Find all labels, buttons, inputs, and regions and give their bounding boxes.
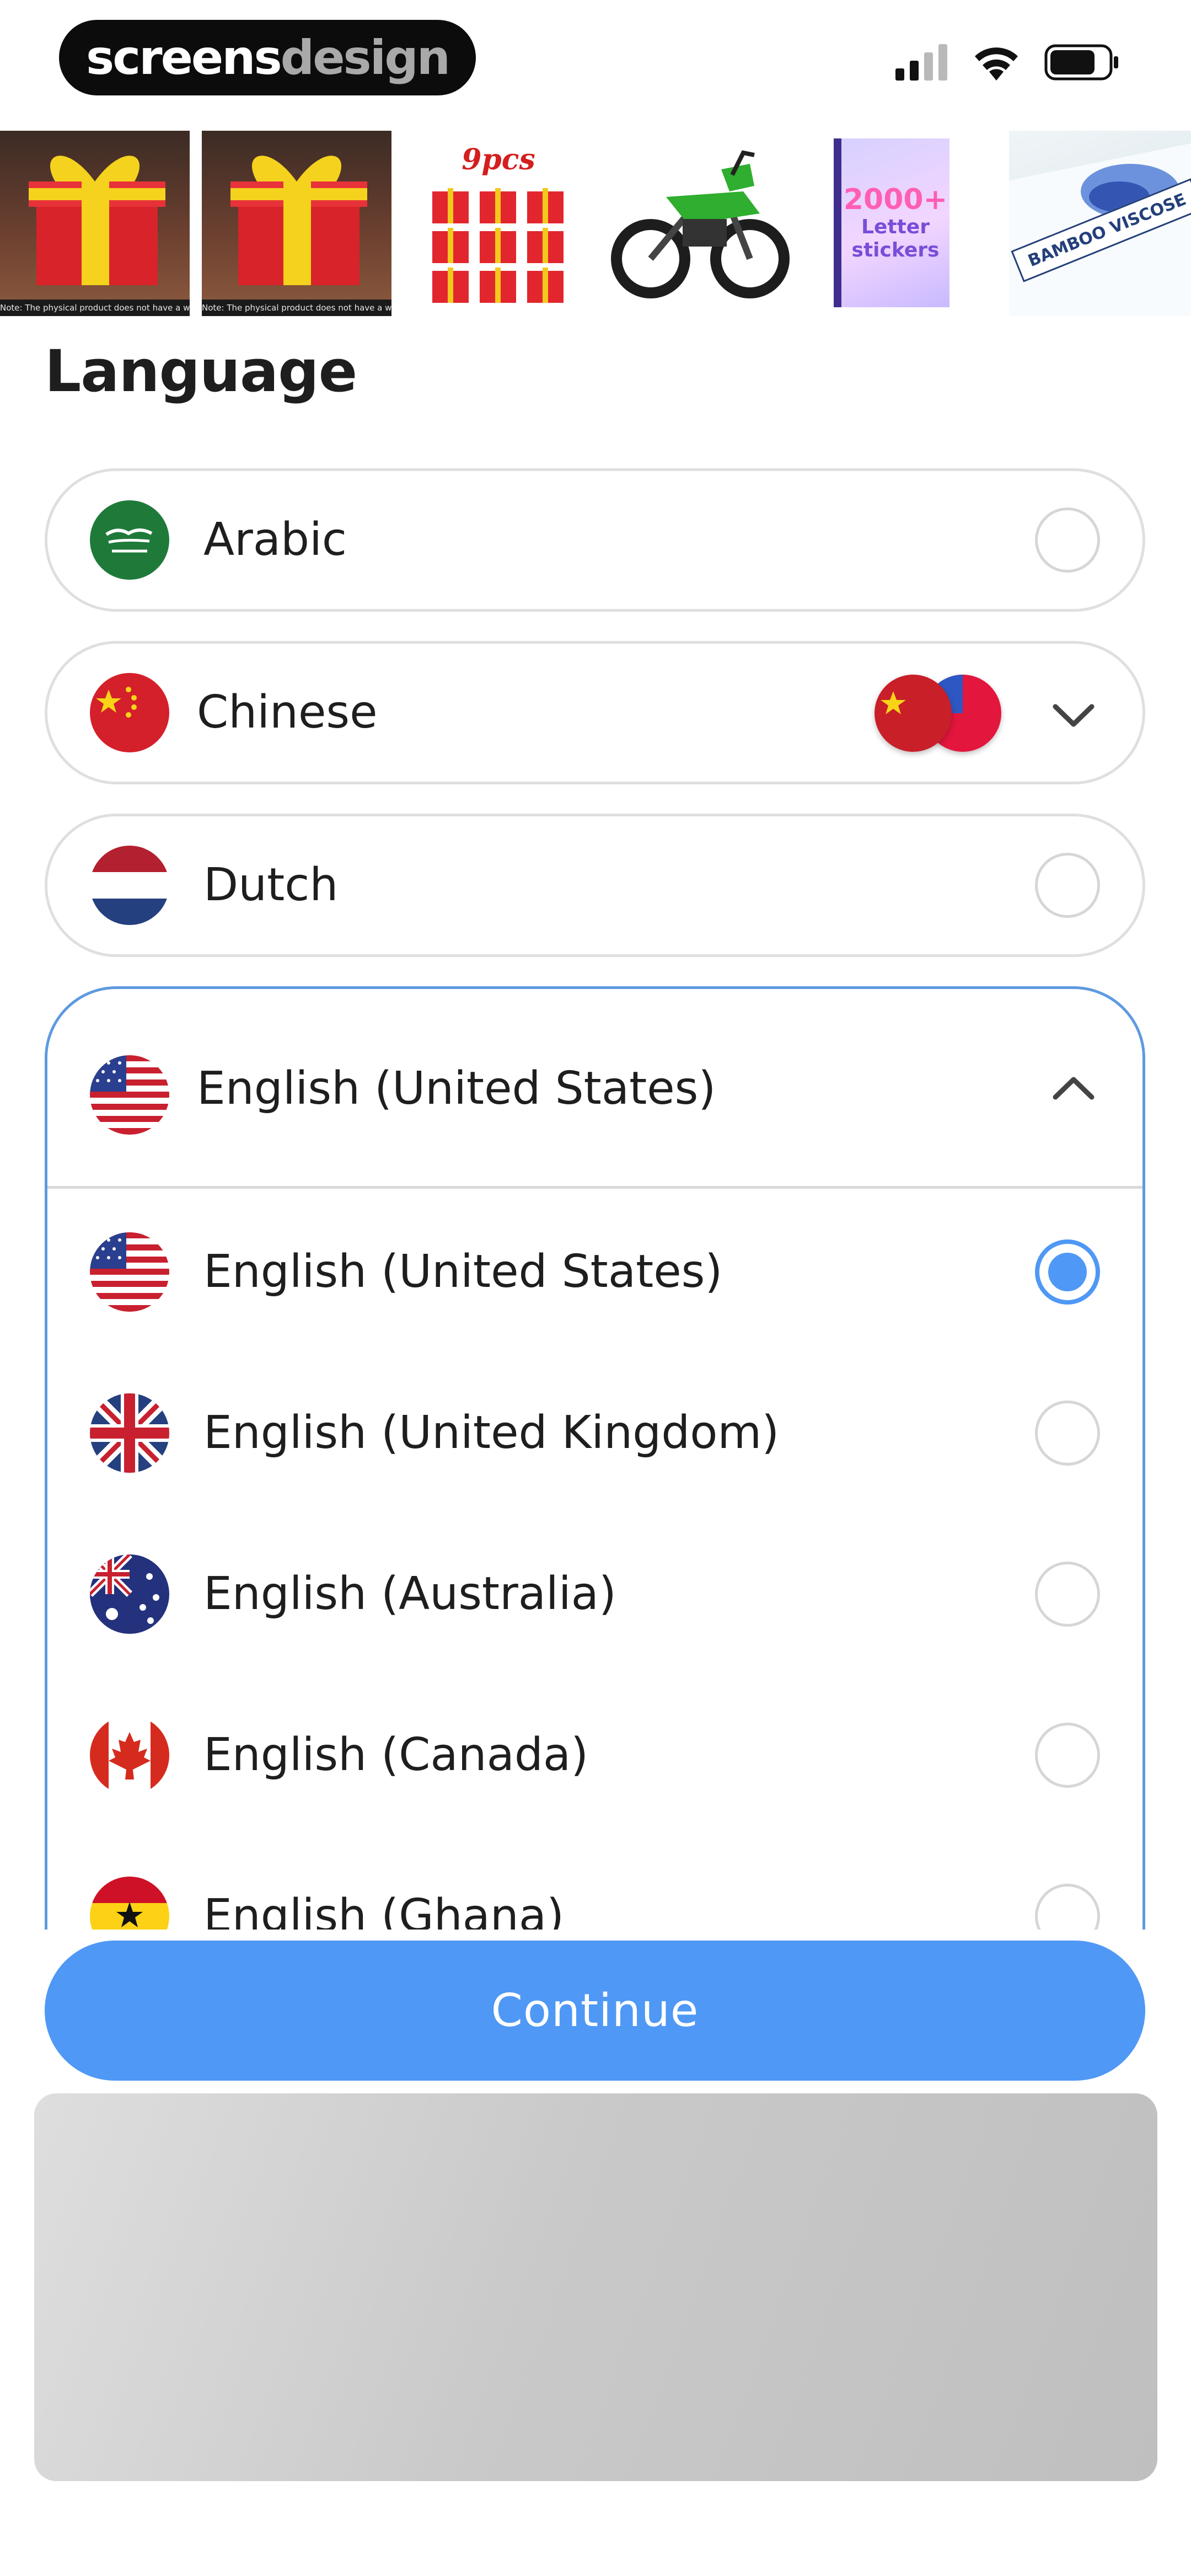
pcs-label: 9pcs (462, 143, 535, 177)
sticker-word-1: Letter (861, 216, 930, 238)
group-header[interactable]: English (United States) (47, 989, 1142, 1189)
variant-flags-preview (875, 675, 1001, 752)
radio-button[interactable] (1035, 853, 1100, 918)
product-thumb-mattress-protector[interactable]: BAMBOO VISCOSE (1009, 131, 1191, 316)
battery-icon (1044, 44, 1118, 81)
dirt-bike-icon (611, 150, 790, 298)
language-row-dutch[interactable]: Dutch (45, 814, 1145, 957)
chevron-down-icon[interactable] (1049, 699, 1098, 732)
language-option-en-gh[interactable]: English (Ghana) (47, 1836, 1142, 1930)
radio-button[interactable] (1035, 1723, 1100, 1788)
status-bar: screens design (0, 0, 1191, 130)
china-flag-icon (90, 673, 169, 752)
language-label: Dutch (203, 859, 339, 911)
language-row-arabic[interactable]: Arabic (45, 468, 1145, 612)
product-thumb-sticker-book[interactable]: 2000+ Letter stickers (807, 131, 997, 316)
language-group-english[interactable]: English (United States) English (United … (45, 986, 1145, 1930)
radio-button[interactable] (1035, 1562, 1100, 1627)
language-option-en-au[interactable]: English (Australia) (47, 1514, 1142, 1675)
option-label: English (Canada) (203, 1729, 589, 1781)
australia-flag-icon (90, 1554, 169, 1634)
gift-box-icon (230, 156, 367, 285)
option-label: English (United Kingdom) (203, 1407, 780, 1459)
product-thumb-gift-2[interactable]: Note: The physical product does not have… (202, 131, 391, 316)
saudi-arabia-flag-icon (90, 500, 169, 580)
product-thumb-gift-bundle[interactable]: 9pcs (404, 131, 593, 316)
chevron-up-icon[interactable] (1049, 1072, 1098, 1105)
canada-flag-icon (90, 1715, 169, 1795)
group-label: English (United States) (197, 1062, 716, 1115)
option-label: English (Australia) (203, 1568, 616, 1620)
radio-button-selected[interactable] (1035, 1239, 1100, 1305)
status-icons (895, 44, 1119, 81)
language-label: Chinese (197, 686, 378, 739)
page-title: Language (45, 338, 357, 405)
brand-logo: screens design (59, 20, 476, 95)
option-label: English (Ghana) (203, 1890, 565, 1930)
language-row-chinese[interactable]: Chinese (45, 641, 1145, 784)
product-thumb-gift-1[interactable]: Note: The physical product does not have… (0, 131, 190, 316)
usa-flag-icon (90, 1055, 169, 1135)
china-flag-icon (875, 675, 952, 752)
sticker-count: 2000+ (843, 183, 948, 216)
usa-flag-icon (90, 1232, 169, 1312)
sticker-book-icon: 2000+ Letter stickers (834, 138, 949, 307)
radio-button[interactable] (1035, 507, 1100, 573)
watermark-note: Note: The physical product does not have… (202, 300, 391, 316)
signal-icon (895, 44, 947, 81)
language-option-en-ca[interactable]: English (Canada) (47, 1675, 1142, 1836)
gift-box-icon (29, 156, 165, 285)
language-option-en-gb[interactable]: English (United Kingdom) (47, 1353, 1142, 1514)
product-strip[interactable]: Note: The physical product does not have… (0, 131, 1191, 316)
product-thumb-dirt-bike[interactable] (605, 131, 795, 316)
language-label: Arabic (203, 514, 347, 566)
english-group-clip: English (United States) English (United … (0, 986, 1191, 1930)
placeholder-card (34, 2093, 1157, 2481)
sticker-word-2: stickers (851, 239, 940, 261)
option-label: English (United States) (203, 1246, 723, 1298)
wifi-icon (975, 47, 1018, 81)
watermark-note: Note: The physical product does not have… (0, 300, 190, 316)
brand-text-part2: design (280, 30, 450, 85)
language-option-en-us[interactable]: English (United States) (47, 1191, 1142, 1353)
radio-button[interactable] (1035, 1401, 1100, 1466)
uk-flag-icon (90, 1393, 169, 1473)
ghana-flag-icon (90, 1877, 169, 1930)
brand-text-part1: screens (86, 30, 282, 85)
netherlands-flag-icon (90, 846, 169, 925)
radio-button[interactable] (1035, 1884, 1100, 1930)
continue-button[interactable]: Continue (45, 1941, 1145, 2081)
